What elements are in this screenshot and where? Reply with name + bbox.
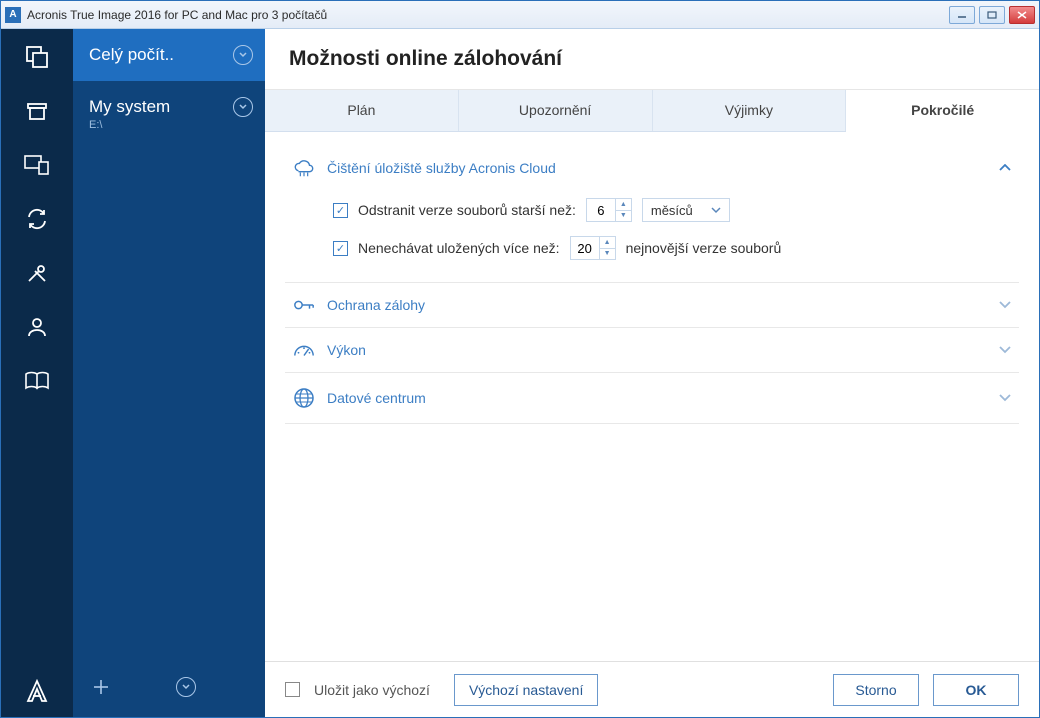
section-performance-label: Výkon — [327, 342, 987, 358]
chevron-down-icon[interactable] — [233, 97, 253, 117]
task-panel-footer — [73, 657, 265, 717]
cloud-cleanup-icon — [293, 158, 315, 178]
titlebar: A Acronis True Image 2016 for PC and Mac… — [1, 1, 1039, 29]
section-cleanup-label: Čištění úložiště služby Acronis Cloud — [327, 160, 987, 176]
tab-plan[interactable]: Plán — [265, 90, 459, 131]
maximize-icon — [987, 11, 997, 19]
section-datacenter-label: Datové centrum — [327, 390, 987, 406]
add-task-button[interactable] — [91, 677, 111, 697]
window-title: Acronis True Image 2016 for PC and Mac p… — [27, 8, 949, 22]
checkbox-keep-max[interactable]: ✓ — [333, 241, 348, 256]
section-protection: Ochrana zálohy — [285, 283, 1019, 328]
tools-icon — [25, 261, 49, 285]
section-cleanup-header[interactable]: Čištění úložiště služby Acronis Cloud — [285, 144, 1019, 192]
section-performance-header[interactable]: Výkon — [285, 328, 1019, 372]
devices-icon — [24, 154, 50, 176]
nav-archive-icon[interactable] — [23, 97, 51, 125]
tabs: Plán Upozornění Výjimky Pokročilé — [265, 90, 1039, 132]
sync-icon — [25, 207, 49, 231]
task-panel: Celý počít.. My system E:\ — [73, 29, 265, 717]
content-scroll: Čištění úložiště služby Acronis Cloud ✓ … — [265, 132, 1039, 661]
task-item-whole-pc[interactable]: Celý počít.. — [73, 29, 265, 81]
page-title: Možnosti online zálohování — [265, 29, 1039, 90]
spin-down-icon[interactable]: ▼ — [600, 249, 615, 260]
checkbox-delete-older[interactable]: ✓ — [333, 203, 348, 218]
months-input[interactable]: ▲ ▼ — [586, 198, 632, 222]
minimize-button[interactable] — [949, 6, 975, 24]
option-label: Nenechávat uložených více než: — [358, 240, 560, 256]
section-datacenter: Datové centrum — [285, 373, 1019, 424]
option-delete-older-than: ✓ Odstranit verze souborů starší než: ▲ … — [333, 198, 1019, 222]
acronis-a-icon — [26, 679, 48, 703]
tab-notifications[interactable]: Upozornění — [459, 90, 653, 131]
window-frame: A Acronis True Image 2016 for PC and Mac… — [0, 0, 1040, 718]
nav-account-icon[interactable] — [23, 313, 51, 341]
option-suffix: nejnovější verze souborů — [626, 240, 782, 256]
months-value[interactable] — [587, 199, 615, 221]
spin-down-icon[interactable]: ▼ — [616, 211, 631, 222]
task-item-my-system[interactable]: My system E:\ — [73, 81, 265, 147]
task-label: Celý počít.. — [89, 45, 233, 65]
key-icon — [293, 297, 315, 313]
section-protection-header[interactable]: Ochrana zálohy — [285, 283, 1019, 327]
app-body: Celý počít.. My system E:\ — [1, 29, 1039, 717]
app-icon: A — [5, 7, 21, 23]
unit-select[interactable]: měsíců — [642, 198, 730, 222]
close-button[interactable] — [1009, 6, 1035, 24]
chevron-up-icon — [999, 164, 1011, 172]
section-cleanup: Čištění úložiště služby Acronis Cloud ✓ … — [285, 144, 1019, 283]
tab-advanced[interactable]: Pokročilé — [846, 90, 1039, 132]
option-label: Odstranit verze souborů starší než: — [358, 202, 576, 218]
unit-value: měsíců — [651, 203, 693, 218]
globe-icon — [293, 387, 315, 409]
section-datacenter-header[interactable]: Datové centrum — [285, 373, 1019, 423]
save-as-default-label: Uložit jako výchozí — [314, 682, 430, 698]
spin-up-icon[interactable]: ▲ — [616, 199, 631, 211]
section-protection-label: Ochrana zálohy — [327, 297, 987, 313]
nav-backup-icon[interactable] — [23, 43, 51, 71]
chevron-down-icon — [999, 346, 1011, 354]
close-icon — [1017, 11, 1027, 19]
plus-icon — [91, 677, 111, 697]
tab-exceptions[interactable]: Výjimky — [653, 90, 847, 131]
nav-tools-icon[interactable] — [23, 259, 51, 287]
nav-sync-devices-icon[interactable] — [23, 151, 51, 179]
nav-brand-icon[interactable] — [23, 677, 51, 705]
window-controls — [949, 6, 1035, 24]
chevron-down-icon — [999, 301, 1011, 309]
gauge-icon — [293, 342, 315, 358]
section-performance: Výkon — [285, 328, 1019, 373]
reset-defaults-button[interactable]: Výchozí nastavení — [454, 674, 598, 706]
nav-help-icon[interactable] — [23, 367, 51, 395]
option-keep-no-more-than: ✓ Nenechávat uložených více než: ▲ ▼ nej… — [333, 236, 1019, 260]
cancel-button[interactable]: Storno — [833, 674, 919, 706]
nav-sync-icon[interactable] — [23, 205, 51, 233]
section-cleanup-body: ✓ Odstranit verze souborů starší než: ▲ … — [285, 192, 1019, 282]
person-icon — [25, 315, 49, 339]
content-area: Možnosti online zálohování Plán Upozorně… — [265, 29, 1039, 717]
versions-value[interactable] — [571, 237, 599, 259]
task-subtitle: E:\ — [89, 119, 253, 131]
copies-icon — [24, 44, 50, 70]
chevron-down-icon[interactable] — [233, 45, 253, 65]
spin-up-icon[interactable]: ▲ — [600, 237, 615, 249]
chevron-down-icon — [711, 207, 721, 214]
archive-icon — [25, 99, 49, 123]
footer: Uložit jako výchozí Výchozí nastavení St… — [265, 661, 1039, 717]
chevron-down-icon[interactable] — [176, 677, 196, 697]
minimize-icon — [957, 11, 967, 19]
task-label: My system — [89, 97, 233, 117]
maximize-button[interactable] — [979, 6, 1005, 24]
checkbox-save-as-default[interactable] — [285, 682, 300, 697]
icon-sidebar — [1, 29, 73, 717]
versions-input[interactable]: ▲ ▼ — [570, 236, 616, 260]
chevron-down-icon — [999, 394, 1011, 402]
ok-button[interactable]: OK — [933, 674, 1019, 706]
book-icon — [24, 370, 50, 392]
